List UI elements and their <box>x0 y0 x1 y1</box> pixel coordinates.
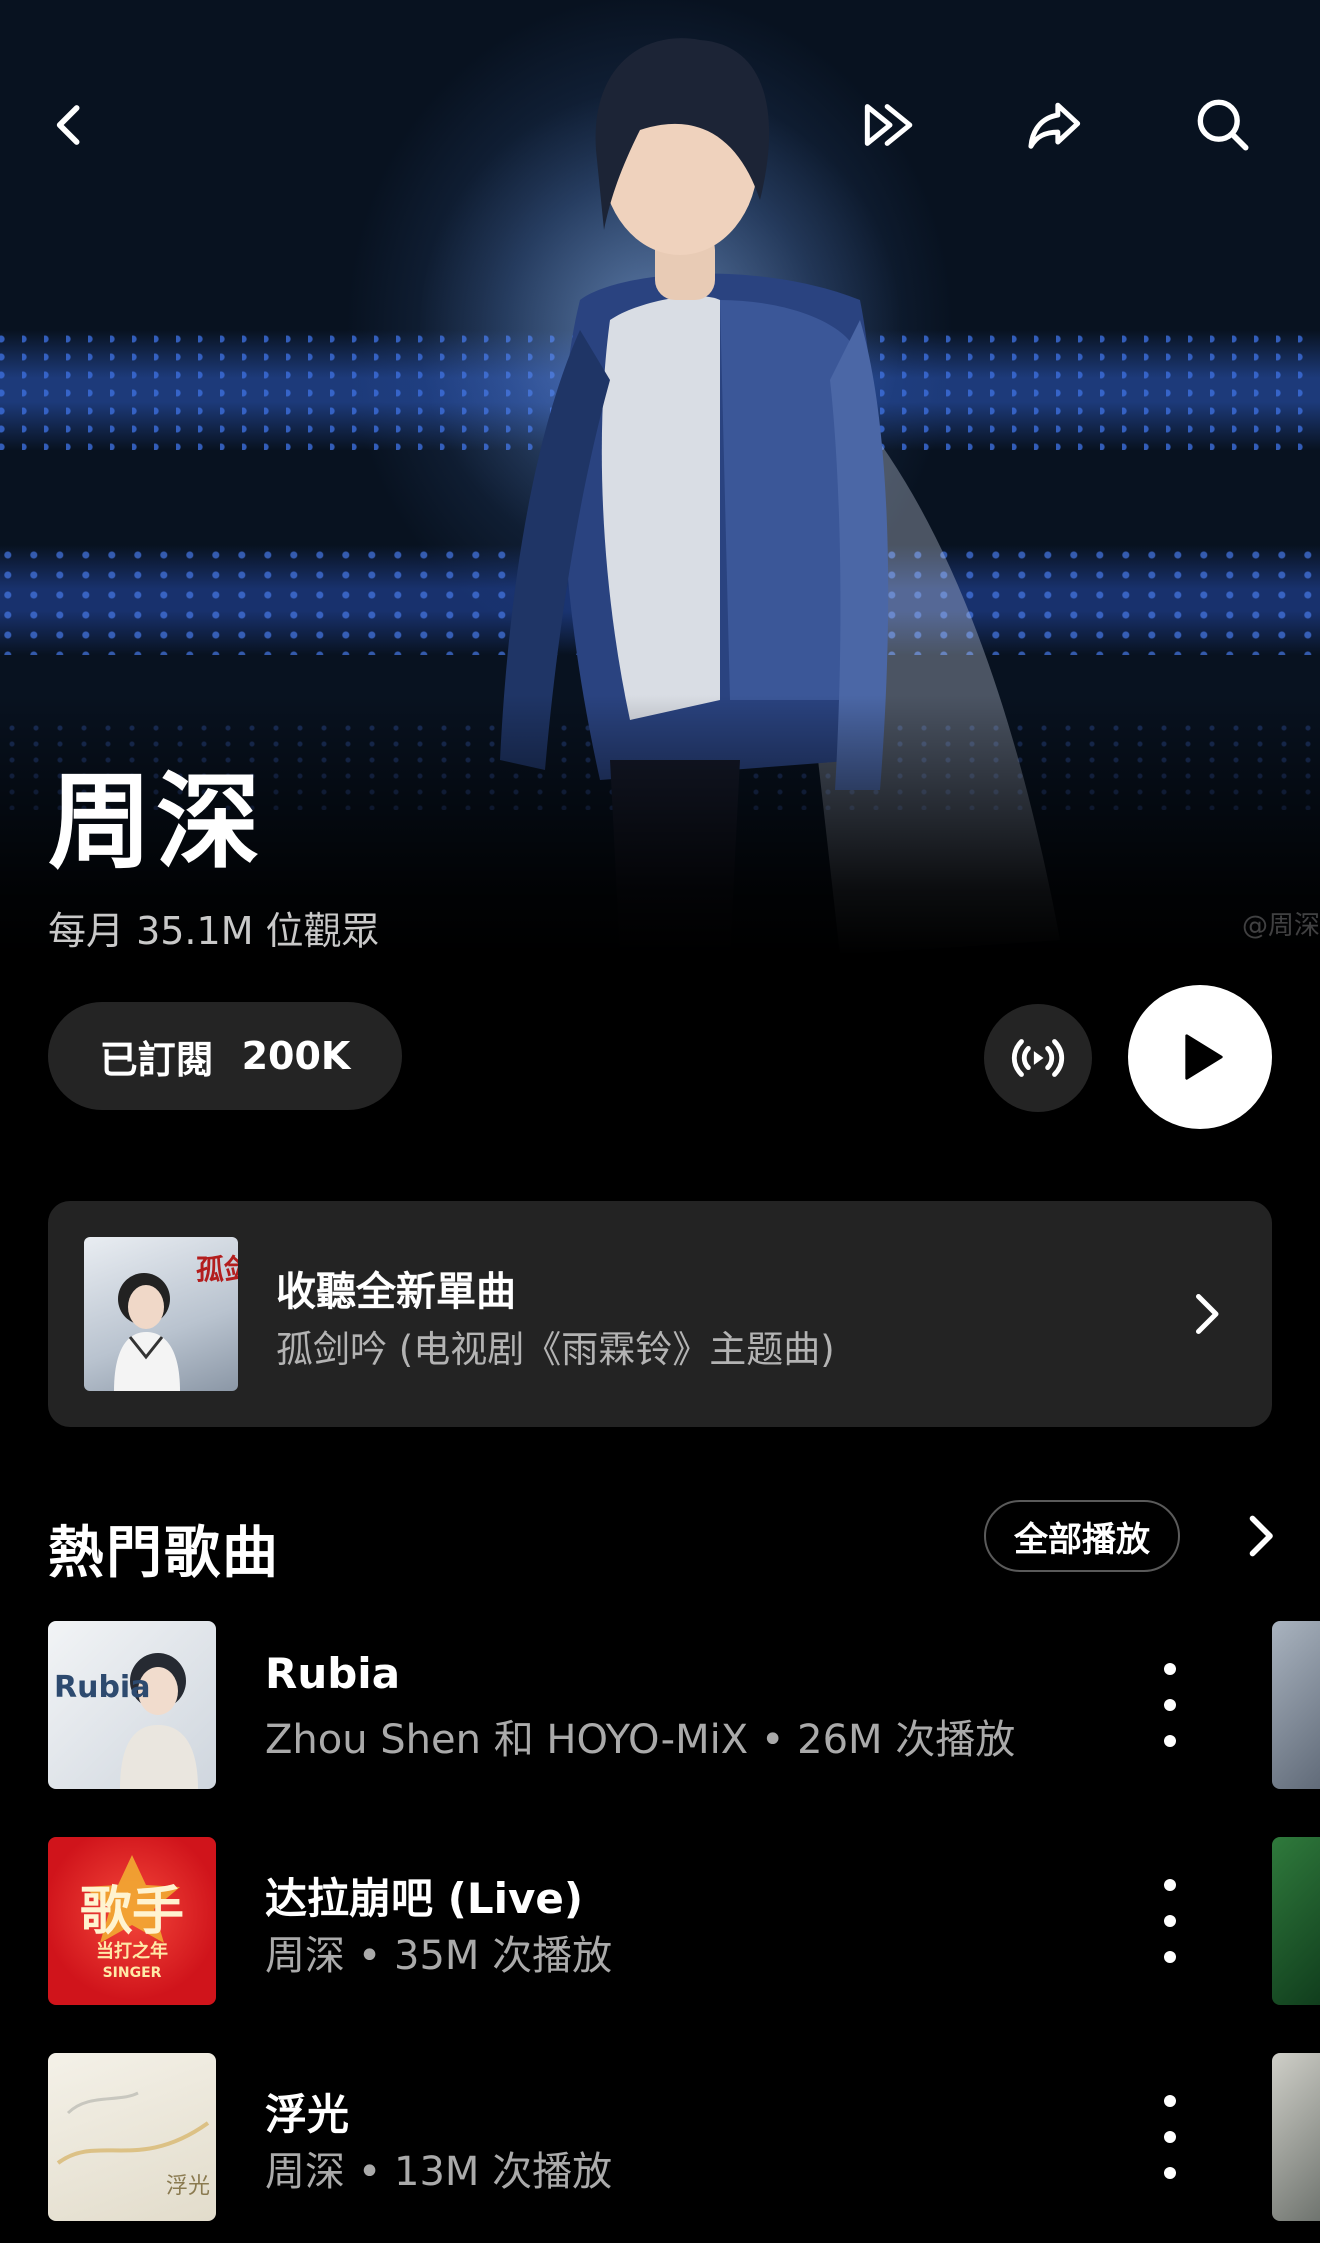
song-cover-text: 歌手 <box>80 1882 184 1942</box>
more-vert-icon <box>1164 2095 1176 2107</box>
play-button[interactable] <box>1128 985 1272 1129</box>
share-icon <box>1028 102 1081 149</box>
song-cover-art: 浮光 <box>48 2053 216 2221</box>
monthly-listeners: 每月 35.1M 位觀眾 <box>48 909 380 953</box>
song-meta: Zhou Shen 和 HOYO-MiX • 26M 次播放 <box>265 1717 1016 1763</box>
song-row[interactable]: 歌手 当打之年 SINGER 达拉崩吧 (Live) 周深 • 35M 次播放 <box>0 1837 1320 2005</box>
song-cover-art: 歌手 当打之年 SINGER <box>48 1837 216 2005</box>
promo-subtitle: 孤剑吟 (电视剧《雨霖铃》主题曲) <box>276 1328 835 1371</box>
promo-title: 收聽全新單曲 <box>276 1269 516 1315</box>
chevron-right-icon <box>1196 1294 1219 1334</box>
artist-name: 周深 <box>48 761 265 883</box>
radio-button[interactable] <box>984 1004 1092 1112</box>
play-all-button[interactable]: 全部播放 <box>984 1500 1180 1572</box>
song-cover-subtext: 当打之年 <box>96 1940 168 1962</box>
song-meta: 周深 • 13M 次播放 <box>265 2149 613 2195</box>
subscriber-count: 200K <box>241 1034 351 1078</box>
single-cover-art: 孤剑吟 <box>84 1237 238 1391</box>
chevron-right-icon[interactable] <box>1230 1506 1290 1566</box>
more-vert-icon <box>1164 1663 1176 1675</box>
watermark: @周深 <box>1241 911 1320 941</box>
song-row[interactable]: Rubia Rubia Zhou Shen 和 HOYO-MiX • 26M 次… <box>0 1621 1320 1789</box>
fast-forward-icon <box>864 104 913 146</box>
subscribe-label: 已訂閱 <box>99 1037 214 1082</box>
song-cover-text: 浮光 <box>166 2174 210 2199</box>
new-single-card[interactable]: 孤剑吟 收聽全新單曲 孤剑吟 (电视剧《雨霖铃》主题曲) <box>48 1201 1272 1427</box>
search-icon <box>1197 99 1249 151</box>
song-title: 达拉崩吧 (Live) <box>265 1874 584 1923</box>
song-title: 浮光 <box>265 2090 350 2139</box>
section-title-top-songs: 熱門歌曲 <box>48 1521 280 1586</box>
top-bar <box>0 70 1320 180</box>
next-column-cover-art <box>1272 1621 1320 1789</box>
play-icon <box>1185 1034 1223 1080</box>
song-cover-subtext: SINGER <box>103 1965 162 1981</box>
more-options-button[interactable] <box>1150 1663 1190 1747</box>
share-button[interactable] <box>1000 70 1110 180</box>
more-vert-icon <box>1164 1879 1176 1891</box>
back-icon <box>56 105 80 145</box>
subscribe-button[interactable]: 已訂閱 200K <box>48 1002 402 1110</box>
back-button[interactable] <box>16 70 126 180</box>
song-cover-text: Rubia <box>54 1670 150 1705</box>
single-cover-title: 孤剑吟 <box>196 1253 238 1286</box>
more-options-button[interactable] <box>1150 2095 1190 2179</box>
song-title: Rubia <box>265 1649 401 1698</box>
shuffle-play-button[interactable] <box>835 70 945 180</box>
more-options-button[interactable] <box>1150 1879 1190 1963</box>
radio-icon <box>1011 1039 1065 1077</box>
song-row[interactable]: 浮光 浮光 周深 • 13M 次播放 <box>0 2053 1320 2221</box>
next-column-cover-art <box>1272 2053 1320 2221</box>
song-meta: 周深 • 35M 次播放 <box>265 1933 613 1979</box>
search-button[interactable] <box>1168 70 1278 180</box>
next-column-cover-art <box>1272 1837 1320 2005</box>
song-cover-art: Rubia <box>48 1621 216 1789</box>
